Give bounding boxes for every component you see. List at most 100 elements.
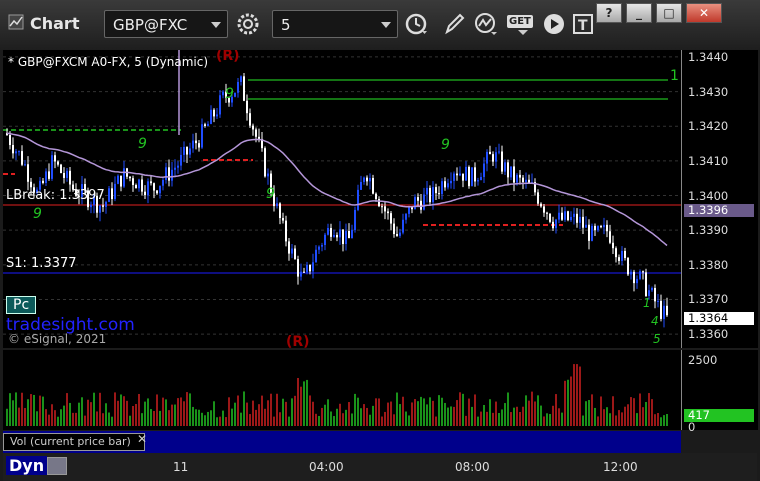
- close-icon[interactable]: ✕: [137, 432, 147, 446]
- volume-chart-canvas[interactable]: [3, 350, 681, 430]
- candle-body: [471, 167, 473, 187]
- interval-value: 5: [281, 16, 291, 34]
- candle-body: [234, 92, 236, 97]
- candle-body: [528, 179, 530, 183]
- candle-body: [498, 151, 500, 153]
- candle-body: [9, 134, 11, 146]
- dynamic-toggle-icon[interactable]: [47, 457, 67, 475]
- price-tick: 1.3390: [688, 223, 729, 238]
- setup-count-label: 9: [441, 137, 450, 153]
- candle-body: [27, 164, 29, 182]
- get-button[interactable]: GET: [506, 10, 536, 38]
- candle-body: [375, 193, 377, 200]
- candle-body: [618, 257, 620, 261]
- candle-body: [612, 242, 614, 249]
- candle-body: [426, 187, 428, 195]
- candle-body: [378, 199, 380, 207]
- candle-body: [150, 181, 152, 184]
- candle-body: [30, 181, 32, 188]
- candle-body: [384, 206, 386, 212]
- study-chart-icon[interactable]: [472, 10, 500, 38]
- candle-body: [483, 163, 485, 177]
- volume-tick-zero: 0: [688, 420, 696, 434]
- price-tick: 1.3420: [688, 119, 729, 134]
- candle-body: [465, 166, 467, 181]
- candle-body: [561, 212, 563, 220]
- close-button[interactable]: ✕: [686, 3, 722, 23]
- candle-body: [249, 113, 251, 126]
- candle-body: [321, 245, 323, 247]
- candle-body: [474, 167, 476, 182]
- candle-body: [132, 178, 134, 185]
- time-axis[interactable]: Dyn 11 04:00 08:00 12:00: [3, 453, 757, 481]
- pc-button[interactable]: Pc: [6, 296, 37, 314]
- candle-body: [336, 234, 338, 238]
- candle-body: [435, 187, 437, 194]
- candle-body: [105, 201, 107, 207]
- candle-body: [555, 219, 557, 229]
- chart-header: * GBP@FXCM A0-FX, 5 (Dynamic): [8, 55, 209, 69]
- candle-body: [621, 250, 623, 261]
- candle-body: [357, 189, 359, 210]
- clock-icon[interactable]: [402, 10, 430, 38]
- time-tick: 12:00: [603, 460, 638, 474]
- candle-body: [369, 177, 371, 182]
- candle-body: [288, 241, 290, 254]
- play-icon[interactable]: [540, 10, 568, 38]
- candle-body: [627, 257, 629, 275]
- candle-body: [654, 287, 656, 302]
- candle-body: [147, 181, 149, 196]
- interval-selector[interactable]: 5: [272, 10, 398, 38]
- restore-button[interactable]: □: [656, 3, 682, 23]
- candle-body: [12, 145, 14, 154]
- candle-body: [189, 148, 191, 155]
- s1-label: S1: 1.3377: [6, 256, 77, 271]
- candle-body: [63, 173, 65, 178]
- candle-body: [219, 95, 221, 115]
- candle-body: [123, 168, 125, 187]
- candle-body: [243, 76, 245, 101]
- volume-study-label[interactable]: Vol (current price bar): [3, 433, 145, 451]
- price-tick: 1.3380: [688, 257, 729, 272]
- candles: [6, 72, 668, 328]
- candle-body: [576, 213, 578, 223]
- volume-chart[interactable]: [3, 350, 681, 430]
- candle-body: [54, 155, 56, 162]
- text-tool-icon[interactable]: T: [570, 10, 598, 38]
- candle-body: [240, 76, 242, 82]
- candle-body: [504, 162, 506, 172]
- candle-body: [567, 211, 569, 221]
- candle-body: [195, 140, 197, 144]
- candle-body: [393, 223, 395, 235]
- price-axis[interactable]: 1.3440 1.3430 1.3420 1.3410 1.3400 1.3390 1.33…: [681, 50, 758, 348]
- candle-body: [264, 148, 266, 177]
- candle-body: [57, 161, 59, 165]
- candle-body: [522, 177, 524, 183]
- volume-axis[interactable]: 2500 417 0: [681, 350, 758, 434]
- help-button[interactable]: ?: [596, 3, 622, 23]
- candle-body: [450, 180, 452, 184]
- candle-body: [174, 167, 176, 170]
- candle-body: [255, 129, 257, 137]
- symbol-selector[interactable]: GBP@FXC: [104, 10, 228, 38]
- candle-body: [192, 140, 194, 149]
- candle-body: [381, 206, 383, 208]
- candle-body: [396, 234, 398, 236]
- candle-body: [588, 224, 590, 241]
- candle-body: [159, 185, 161, 194]
- candle-body: [213, 109, 215, 117]
- minimize-button[interactable]: _: [626, 3, 652, 23]
- candle-body: [594, 225, 596, 231]
- candle-body: [330, 227, 332, 237]
- price-chart[interactable]: * GBP@FXCM A0-FX, 5 (Dynamic) LBreak: 1.…: [3, 50, 681, 348]
- settings-gear-icon[interactable]: [234, 10, 262, 38]
- candle-body: [303, 271, 305, 273]
- candle-body: [573, 213, 575, 217]
- candle-body: [438, 193, 440, 195]
- last-price-tag: 1.3364: [684, 312, 754, 325]
- time-tick: 04:00: [309, 460, 344, 474]
- pencil-icon[interactable]: [440, 10, 468, 38]
- candle-body: [453, 173, 455, 181]
- candle-body: [405, 213, 407, 220]
- candle-body: [582, 216, 584, 228]
